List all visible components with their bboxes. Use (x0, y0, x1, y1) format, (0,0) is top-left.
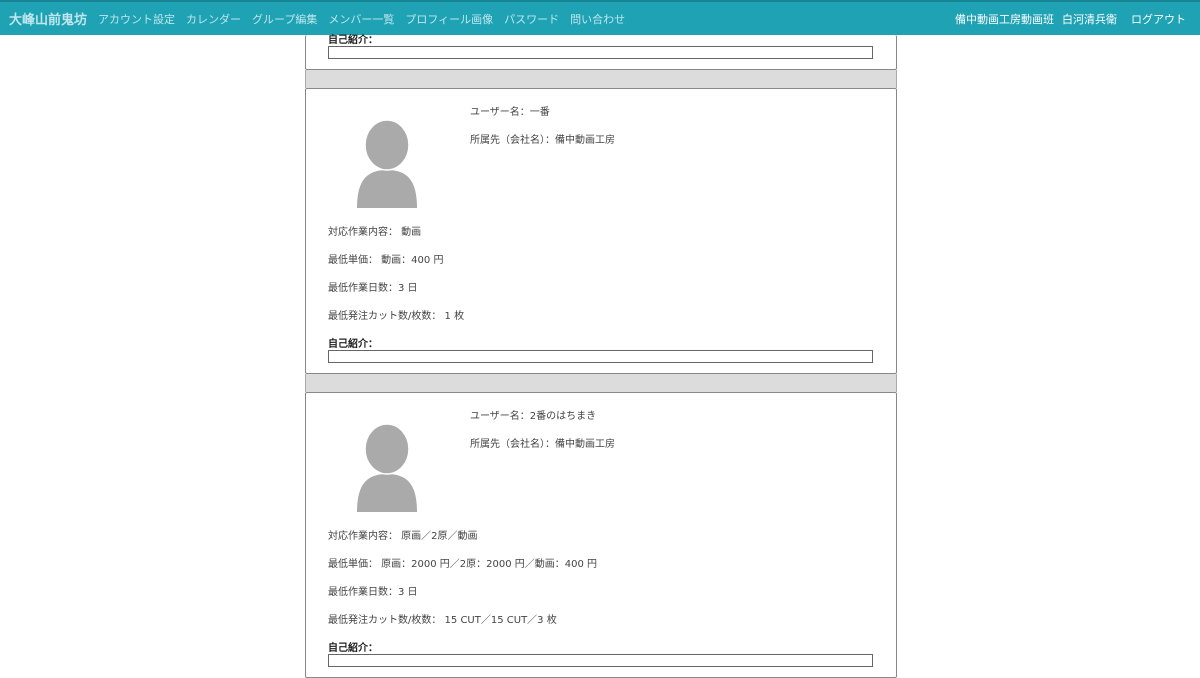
intro-box (328, 46, 873, 59)
intro-label: 自己紹介： (328, 339, 378, 350)
work-types: 対応作業内容： 動画 (328, 227, 422, 238)
min-days: 最低作業日数：3 日 (328, 283, 418, 294)
username: ユーザー名：2番のはちまき (470, 411, 597, 422)
separator (305, 374, 897, 392)
current-company: 備中動画工房動画班 (955, 12, 1054, 26)
nav-contact[interactable]: 問い合わせ (570, 11, 625, 27)
nav-password[interactable]: パスワード (504, 11, 559, 27)
brand-link[interactable]: 大峰山前鬼坊 (9, 9, 87, 28)
separator (305, 70, 897, 88)
nav-calendar[interactable]: カレンダー (186, 11, 241, 27)
current-user: 白河清兵衛 (1062, 12, 1117, 26)
min-cuts: 最低発注カット数/枚数： 1 枚 (328, 311, 465, 322)
username: ユーザー名：一番 (470, 107, 550, 118)
intro-box (328, 654, 873, 667)
nav-account-settings[interactable]: アカウント設定 (98, 11, 175, 27)
intro-label: 自己紹介： (328, 35, 378, 46)
nav-member-list[interactable]: メンバー一覧 (328, 11, 394, 27)
logout-link[interactable]: ログアウト (1131, 11, 1186, 27)
nav-group-edit[interactable]: グループ編集 (252, 11, 317, 27)
member-list: 自己紹介： ユーザー名：一番 所属先（会社名）：備中動画工房 対応作業内容： 動… (305, 35, 897, 678)
avatar-placeholder-icon (357, 423, 417, 512)
company: 所属先（会社名）：備中動画工房 (470, 439, 615, 450)
min-price: 最低単価： 原画：2000 円／2原：2000 円／動画：400 円 (328, 559, 598, 570)
member-card: ユーザー名：一番 所属先（会社名）：備中動画工房 対応作業内容： 動画 最低単価… (305, 88, 897, 374)
intro-box (328, 350, 873, 363)
avatar-placeholder-icon (357, 119, 417, 208)
member-card-partial: 自己紹介： (305, 35, 897, 70)
min-cuts: 最低発注カット数/枚数： 15 CUT／15 CUT／3 枚 (328, 615, 557, 626)
min-price: 最低単価： 動画：400 円 (328, 255, 444, 266)
company: 所属先（会社名）：備中動画工房 (470, 135, 615, 146)
top-navbar: 大峰山前鬼坊 アカウント設定 カレンダー グループ編集 メンバー一覧 プロフィー… (0, 0, 1200, 35)
nav-profile-image[interactable]: プロフィール画像 (405, 11, 493, 27)
work-types: 対応作業内容： 原画／2原／動画 (328, 531, 478, 542)
member-card: ユーザー名：2番のはちまき 所属先（会社名）：備中動画工房 対応作業内容： 原画… (305, 392, 897, 678)
intro-label: 自己紹介： (328, 643, 378, 654)
min-days: 最低作業日数：3 日 (328, 587, 418, 598)
